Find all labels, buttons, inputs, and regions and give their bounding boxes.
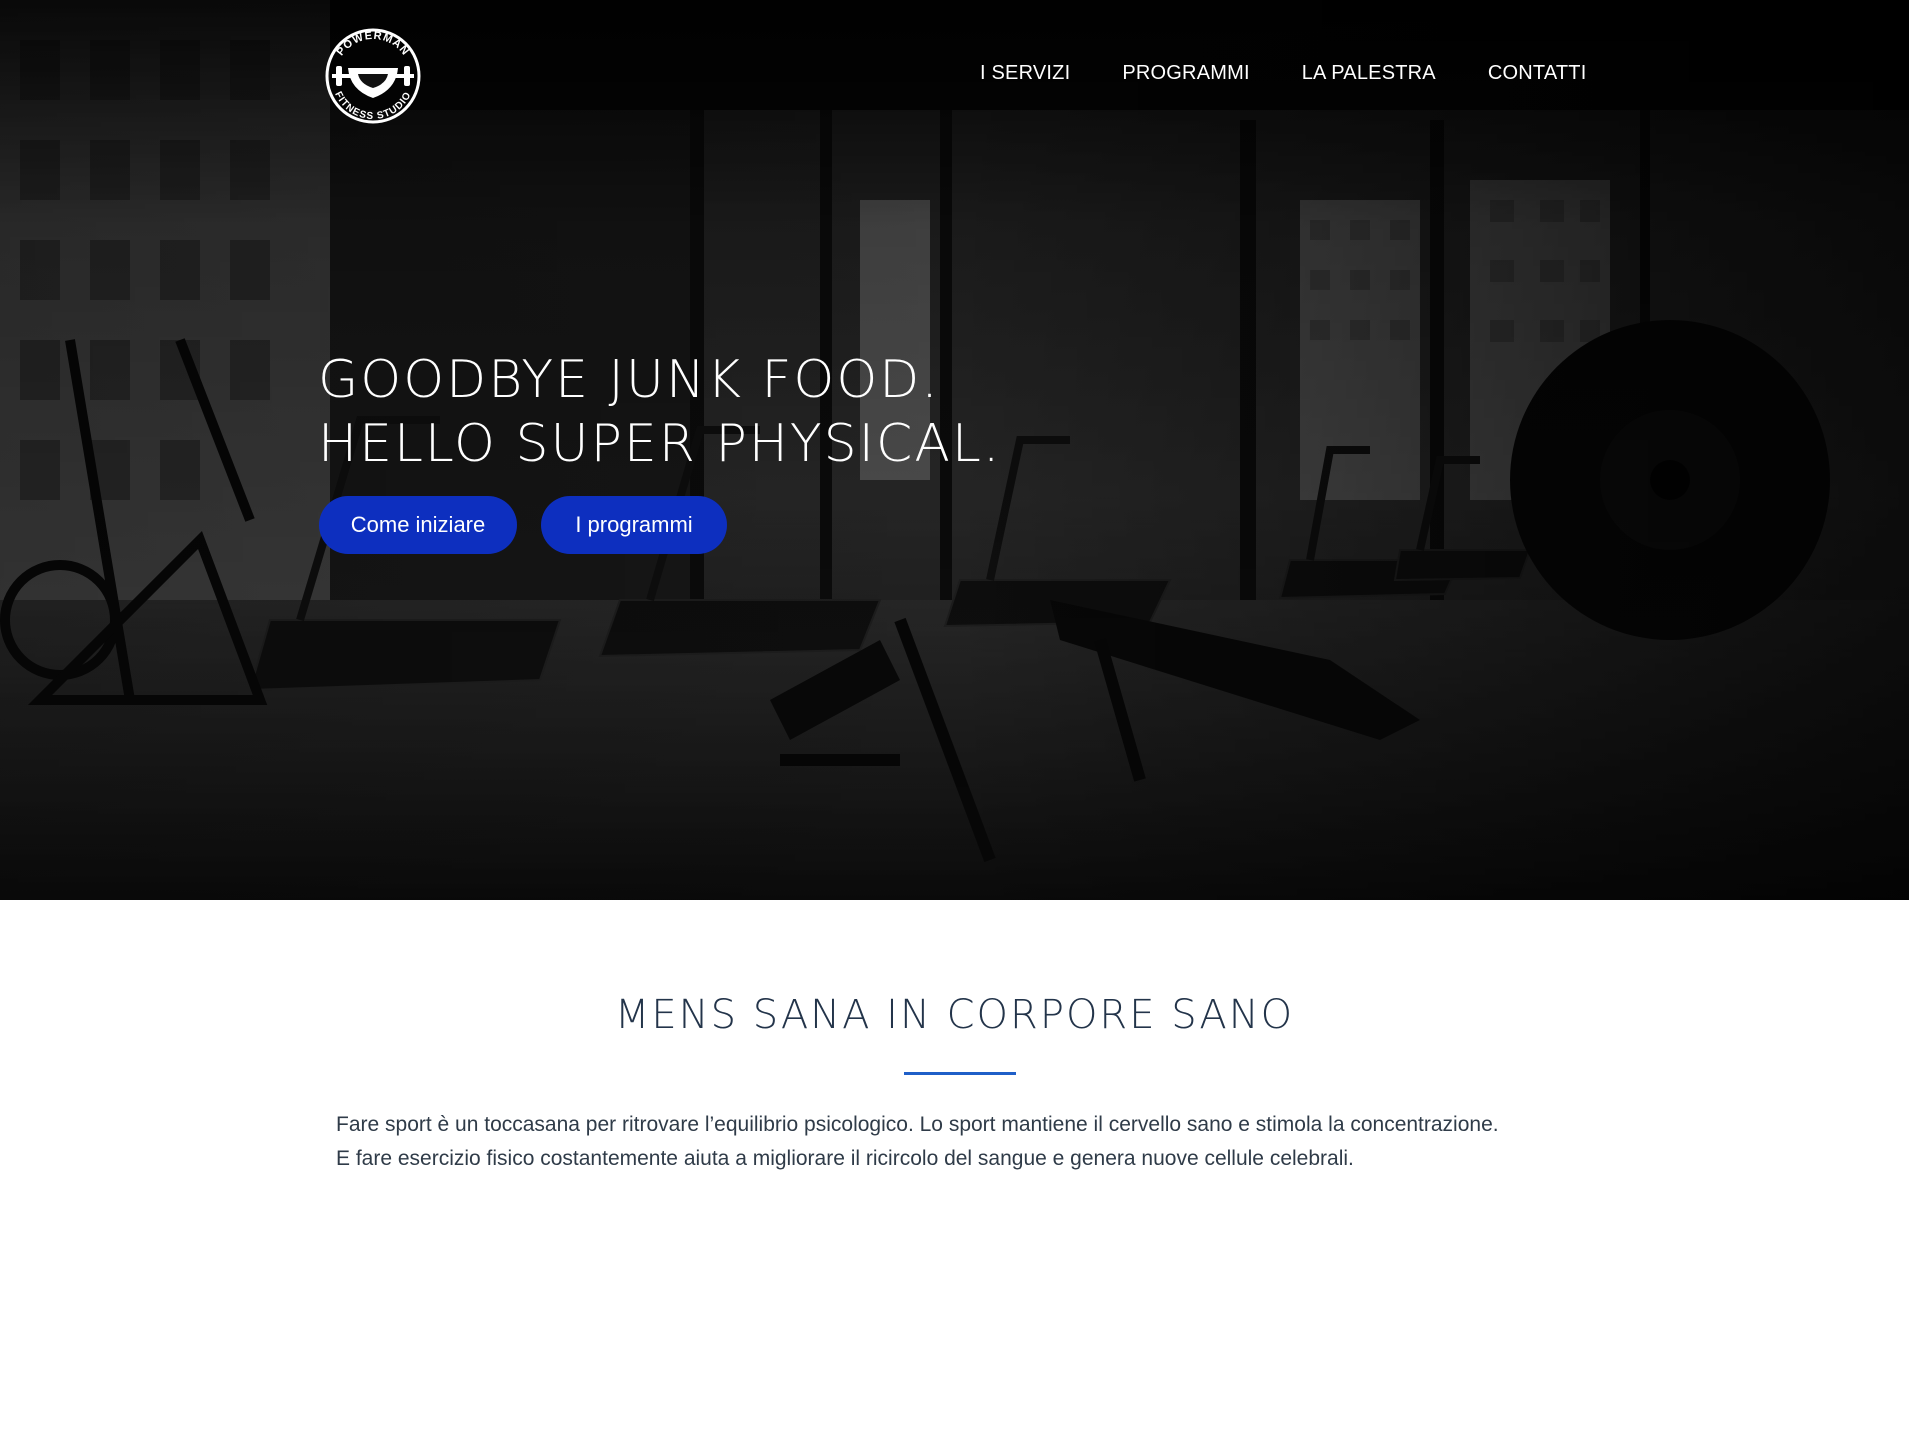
hero-section: POWERMAN FITNESS STUDIO I SERVIZI PROGRA… xyxy=(0,0,1909,900)
logo-top-text: POWERMAN xyxy=(334,30,410,58)
barbell-shield-icon xyxy=(332,66,414,98)
intro-section: MENS SANA IN CORPORE SANO Fare sport è u… xyxy=(0,900,1909,1433)
hero-headline-line2: HELLO SUPER PHYSICAL. xyxy=(318,414,1002,474)
main-nav: I SERVIZI PROGRAMMI LA PALESTRA CONTATTI xyxy=(980,62,1586,85)
hero-cta-group: Come iniziare I programmi xyxy=(319,496,727,554)
nav-item-la-palestra[interactable]: LA PALESTRA xyxy=(1302,62,1436,85)
svg-text:POWERMAN: POWERMAN xyxy=(334,30,411,58)
come-iniziare-button[interactable]: Come iniziare xyxy=(319,496,517,554)
nav-item-contatti[interactable]: CONTATTI xyxy=(1488,62,1587,85)
powerman-logo[interactable]: POWERMAN FITNESS STUDIO xyxy=(318,20,428,130)
section-divider xyxy=(904,1072,1016,1075)
hero-headline: GOODBYE JUNK FOOD. HELLO SUPER PHYSICAL. xyxy=(318,348,1001,476)
nav-item-programmi[interactable]: PROGRAMMI xyxy=(1122,62,1249,85)
paragraph-line2: E fare esercizio fisico costantemente ai… xyxy=(336,1147,1354,1170)
section-title: MENS SANA IN CORPORE SANO xyxy=(614,992,1295,1038)
nav-item-servizi[interactable]: I SERVIZI xyxy=(980,62,1070,85)
section-paragraph: Fare sport è un toccasana per ritrovare … xyxy=(336,1108,1636,1176)
paragraph-line1: Fare sport è un toccasana per ritrovare … xyxy=(336,1113,1499,1136)
hero-headline-line1: GOODBYE JUNK FOOD. xyxy=(318,350,940,410)
page: POWERMAN FITNESS STUDIO I SERVIZI PROGRA… xyxy=(0,0,1909,1433)
i-programmi-button[interactable]: I programmi xyxy=(541,496,727,554)
